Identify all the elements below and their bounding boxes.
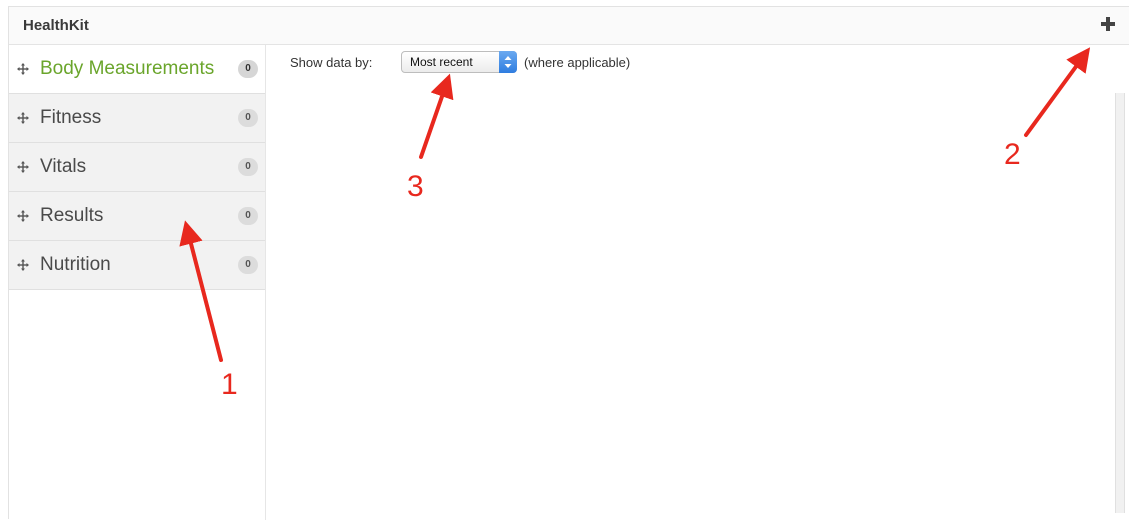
select-value: Most recent [410,55,473,69]
healthkit-panel: HealthKit Body Measurements 0 Fitness 0 [8,6,1129,520]
count-badge: 0 [238,256,258,274]
count-badge: 0 [238,207,258,225]
data-content-area: Show data by: Most recent (where applica… [266,45,1129,519]
sidebar-item-label: Results [40,205,104,226]
sidebar-item-label: Fitness [40,107,102,128]
sidebar-item-results[interactable]: Results 0 [9,192,265,241]
sidebar-item-nutrition[interactable]: Nutrition 0 [9,241,265,290]
panel-title: HealthKit [23,17,89,34]
callout-1: 1 [221,368,238,401]
add-button[interactable] [1097,13,1119,35]
where-applicable-note: (where applicable) [524,55,631,70]
sidebar-item-label: Vitals [40,156,87,177]
sidebar-item-label: Body Measurements [40,58,215,79]
show-data-by-select[interactable]: Most recent [401,51,517,73]
vertical-scrollbar[interactable] [1115,93,1125,513]
category-sidebar: Body Measurements 0 Fitness 0 Vitals 0 R… [9,45,266,520]
sidebar-item-fitness[interactable]: Fitness 0 [9,94,265,143]
move-icon [17,63,29,75]
panel-header: HealthKit [9,7,1129,45]
move-icon [17,210,29,222]
move-icon [17,112,29,124]
count-badge: 0 [238,109,258,127]
select-arrows-icon [499,51,517,73]
sidebar-item-label: Nutrition [40,254,111,275]
plus-icon [1101,17,1115,31]
count-badge: 0 [238,60,258,78]
sidebar-item-vitals[interactable]: Vitals 0 [9,143,265,192]
show-data-by-label: Show data by: [290,55,373,70]
move-icon [17,259,29,271]
move-icon [17,161,29,173]
callout-3: 3 [407,170,424,203]
count-badge: 0 [238,158,258,176]
callout-2: 2 [1004,138,1021,171]
sidebar-item-body-measurements[interactable]: Body Measurements 0 [9,45,265,94]
